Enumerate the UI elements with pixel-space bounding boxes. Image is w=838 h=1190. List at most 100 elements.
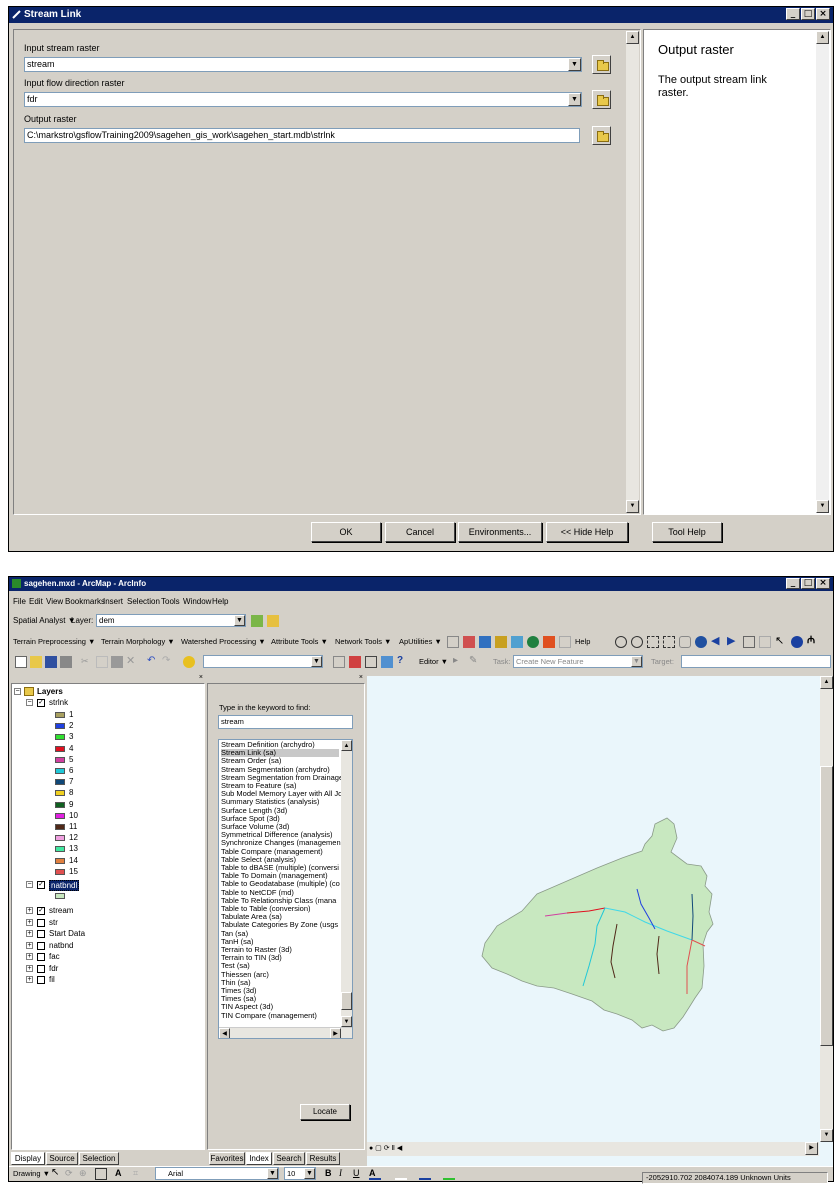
raster-calc-icon[interactable] xyxy=(251,615,263,627)
select-elements-icon[interactable]: ↖ xyxy=(775,636,787,648)
collapse-icon[interactable]: − xyxy=(26,699,33,706)
pan-hand-icon[interactable] xyxy=(679,636,691,648)
archydro-help-button[interactable]: Help xyxy=(575,637,590,646)
chevron-down-icon[interactable]: ▼ xyxy=(267,1168,278,1179)
legend-swatch[interactable] xyxy=(55,756,65,763)
trace-icon[interactable] xyxy=(495,636,507,648)
arctoolbox-icon[interactable] xyxy=(349,656,361,668)
legend-swatch[interactable] xyxy=(55,812,65,819)
chevron-down-icon[interactable]: ▼ xyxy=(304,1168,315,1179)
close-button[interactable]: × xyxy=(816,8,830,20)
layer-visibility-checkbox[interactable]: ✓ xyxy=(37,881,45,889)
chevron-down-icon[interactable]: ▼ xyxy=(631,656,642,667)
target-select[interactable] xyxy=(681,655,831,668)
terrain-morphology-menu[interactable]: Terrain Morphology ▼ xyxy=(101,637,175,646)
terrain-preprocessing-menu[interactable]: Terrain Preprocessing ▼ xyxy=(13,637,95,646)
clear-selection-icon[interactable] xyxy=(759,636,771,648)
legend-swatch[interactable] xyxy=(55,824,65,830)
underline-icon[interactable]: U xyxy=(353,1168,365,1180)
legend-swatch[interactable] xyxy=(55,712,65,718)
fixed-zoom-in-icon[interactable] xyxy=(647,636,659,648)
index-scroll-up-button[interactable]: ▲ xyxy=(341,740,352,751)
find-icon[interactable]: ₼ xyxy=(807,636,819,648)
legend-swatch[interactable] xyxy=(55,790,65,797)
locate-button[interactable]: Locate xyxy=(300,1104,350,1120)
redo-icon[interactable]: ↷ xyxy=(162,656,174,668)
layer-visibility-checkbox[interactable]: ✓ xyxy=(37,907,45,915)
tab-index[interactable]: Index xyxy=(246,1152,272,1165)
legend-swatch[interactable] xyxy=(55,835,65,842)
output-raster-field[interactable]: C:\markstro\gsflowTraining2009\sagehen_g… xyxy=(24,128,580,143)
hide-help-button[interactable]: << Hide Help xyxy=(546,522,628,542)
chevron-down-icon[interactable]: ▼ xyxy=(234,615,245,626)
forward-extent-icon[interactable]: ▶ xyxy=(727,636,739,648)
editor-toolbar-icon[interactable] xyxy=(333,656,345,668)
command-line-icon[interactable] xyxy=(365,656,377,668)
index-scroll-thumb[interactable] xyxy=(341,992,352,1010)
batch-icon[interactable] xyxy=(479,636,491,648)
fixed-zoom-out-icon[interactable] xyxy=(663,636,675,648)
network-tools-menu[interactable]: Network Tools ▼ xyxy=(335,637,391,646)
back-extent-icon[interactable]: ◀ xyxy=(711,636,723,648)
line-color-icon[interactable] xyxy=(419,1168,431,1180)
minimize-button[interactable]: _ xyxy=(786,578,800,589)
index-scroll-down-button[interactable]: ▼ xyxy=(341,1016,352,1027)
fill-color-icon[interactable] xyxy=(395,1168,407,1180)
expand-icon[interactable]: + xyxy=(26,930,33,937)
browse-output-folder-icon[interactable] xyxy=(592,126,611,145)
attribute-tools-menu[interactable]: Attribute Tools ▼ xyxy=(271,637,328,646)
watershed-processing-menu[interactable]: Watershed Processing ▼ xyxy=(181,637,266,646)
layer-visibility-checkbox[interactable] xyxy=(37,976,45,984)
legend-swatch[interactable] xyxy=(55,801,65,808)
map-canvas[interactable] xyxy=(367,676,819,1141)
browse-flowdir-folder-icon[interactable] xyxy=(592,90,611,109)
collapse-icon[interactable]: − xyxy=(26,881,33,888)
legend-swatch[interactable] xyxy=(55,779,65,786)
save-icon[interactable] xyxy=(45,656,57,668)
expand-icon[interactable]: + xyxy=(26,918,33,926)
map-vscrollbar[interactable]: ▲ ▼ xyxy=(820,676,833,1142)
input-flowdir-field[interactable]: fdr ▼ xyxy=(24,92,582,107)
index-list-scrollbar[interactable]: ▲ ▼ xyxy=(341,740,352,1027)
select-features-icon[interactable] xyxy=(743,636,755,648)
dialog-titlebar[interactable]: Stream Link _ □ × xyxy=(9,7,833,23)
tool-help-button[interactable]: Tool Help xyxy=(652,522,722,542)
menu-file[interactable]: File xyxy=(13,597,26,606)
layer-select[interactable]: dem ▼ xyxy=(96,614,246,627)
chevron-down-icon[interactable]: ▼ xyxy=(568,58,581,71)
arcmap-titlebar[interactable]: sagehen.mxd - ArcMap - ArcInfo _ □ × xyxy=(9,577,833,591)
histogram-icon[interactable] xyxy=(267,615,279,627)
network-icon[interactable] xyxy=(511,636,523,648)
callout-icon[interactable]: ⌗ xyxy=(133,1168,145,1180)
whats-this-icon[interactable]: ? xyxy=(397,656,409,668)
flag-icon[interactable] xyxy=(543,636,555,648)
zoom-whole-page-icon[interactable]: ⊕ xyxy=(79,1168,91,1180)
identify-icon[interactable] xyxy=(791,636,803,648)
expand-icon[interactable]: + xyxy=(26,964,33,972)
maximize-button[interactable]: □ xyxy=(801,8,815,20)
menu-bookmarks[interactable]: Bookmarks xyxy=(65,597,105,606)
environments-button[interactable]: Environments... xyxy=(458,522,542,542)
pencil-icon[interactable] xyxy=(559,636,571,648)
italic-icon[interactable]: I xyxy=(339,1168,351,1180)
scroll-up-button[interactable]: ▲ xyxy=(626,31,639,44)
font-size-select[interactable]: 10 ▼ xyxy=(284,1167,316,1180)
expand-icon[interactable]: + xyxy=(26,953,33,960)
map-scroll-thumb[interactable] xyxy=(820,766,833,1046)
undo-icon[interactable]: ↶ xyxy=(147,656,159,668)
scale-box[interactable]: ▼ xyxy=(203,655,323,668)
copy-icon[interactable] xyxy=(96,656,108,668)
sketch-tool-icon[interactable]: ✎ xyxy=(469,656,481,668)
legend-swatch[interactable] xyxy=(55,846,65,853)
menu-edit[interactable]: Edit xyxy=(29,597,43,606)
expand-icon[interactable]: + xyxy=(26,941,33,949)
close-button[interactable]: × xyxy=(816,578,830,589)
index-list-item[interactable]: TIN Compare (management) xyxy=(221,1011,317,1020)
expand-icon[interactable]: + xyxy=(26,907,33,914)
legend-swatch[interactable] xyxy=(55,723,65,730)
zoom-out-icon[interactable] xyxy=(631,636,643,648)
tab-favorites[interactable]: Favorites xyxy=(209,1152,245,1165)
input-stream-field[interactable]: stream ▼ xyxy=(24,57,582,72)
layer-visibility-checkbox[interactable] xyxy=(37,941,45,950)
cut-icon[interactable]: ✂ xyxy=(81,656,93,668)
